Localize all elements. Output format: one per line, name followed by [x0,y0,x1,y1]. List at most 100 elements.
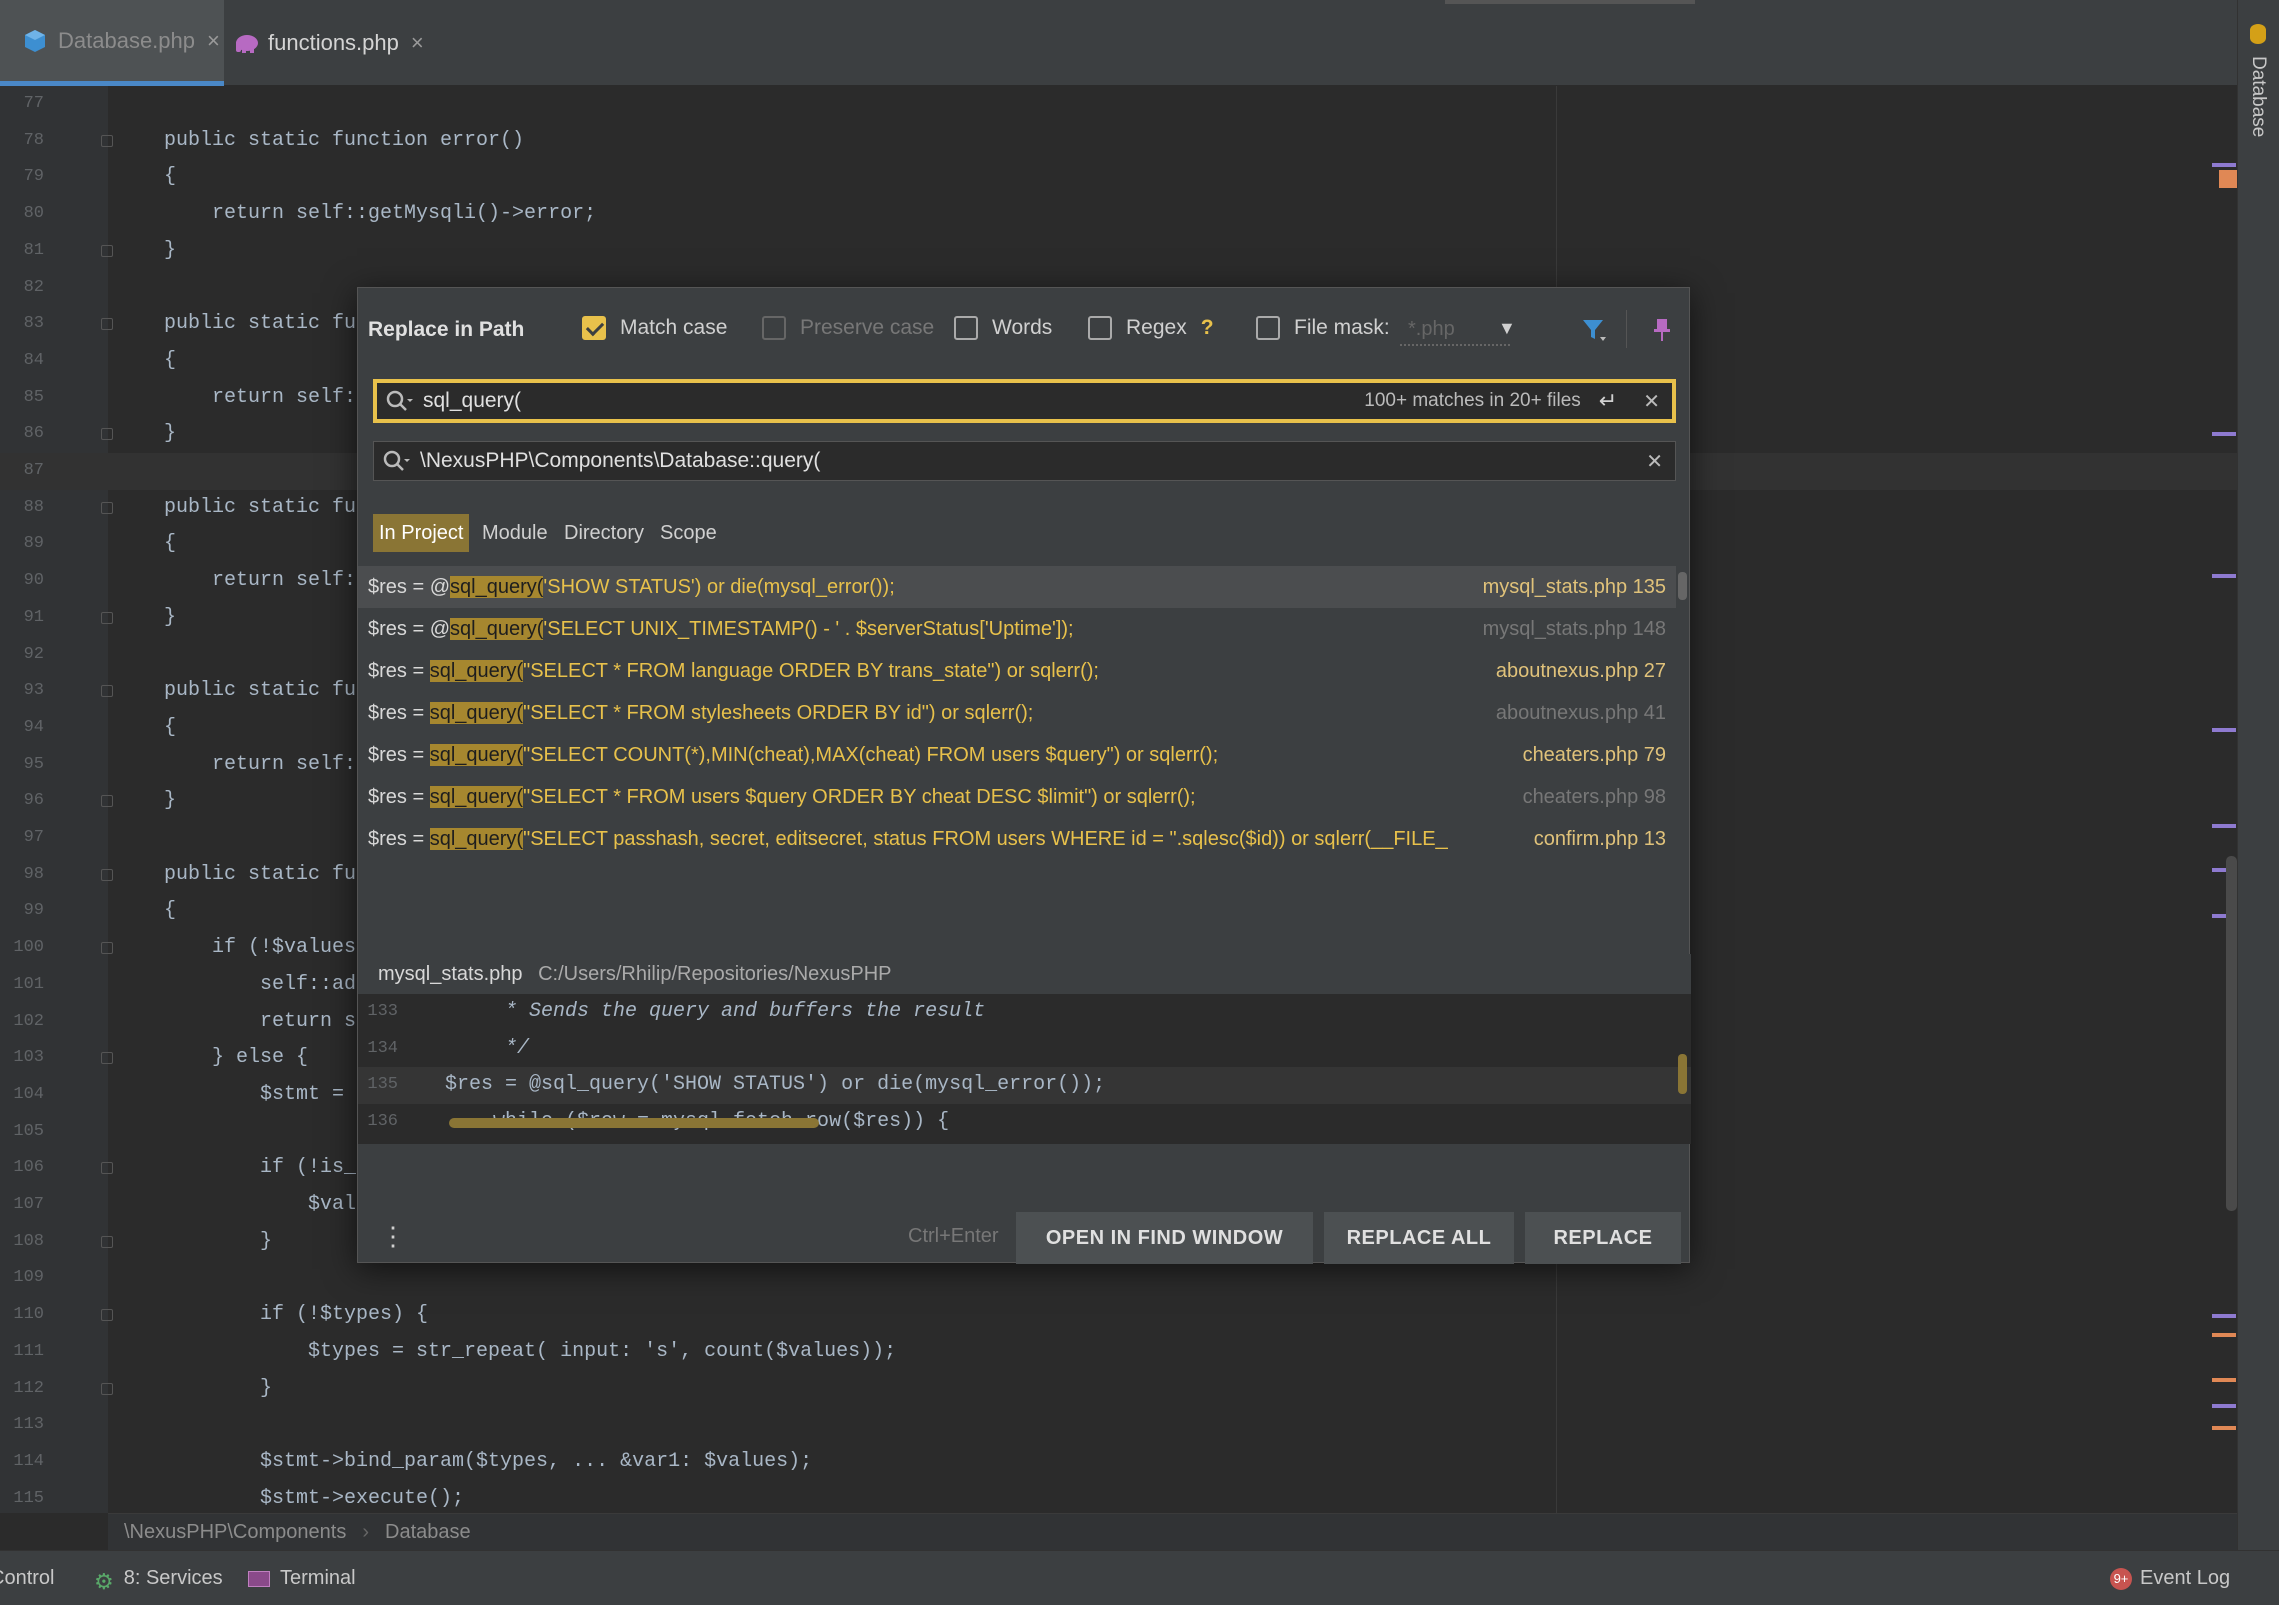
results-scrollbar-thumb[interactable] [1678,572,1687,600]
close-icon[interactable]: × [411,30,424,56]
code-line[interactable]: 80 return self::getMysqli()->error; [0,196,2237,233]
words-checkbox[interactable]: Words [954,316,1052,340]
match-case-checkbox[interactable]: Match case [582,316,727,340]
result-row[interactable]: $res = sql_query("SELECT * FROM users $q… [358,776,1676,818]
tab-database-php[interactable]: Database.php × [0,0,224,86]
preview-line[interactable]: 135 $res = @sql_query('SHOW STATUS') or d… [358,1067,1691,1105]
tab-functions-php[interactable]: functions.php × [232,0,424,86]
regex-help-link[interactable]: ? [1201,316,1214,340]
result-row[interactable]: $res = sql_query("SELECT * FROM language… [358,650,1676,692]
file-mask-checkbox[interactable]: File mask: [1256,316,1390,340]
code-line[interactable]: 115 $stmt->execute(); [0,1481,2237,1513]
error-stripe-mark[interactable] [2212,728,2236,732]
result-row[interactable]: $res = sql_query("SELECT * FROM styleshe… [358,692,1676,734]
line-number: 99 [23,901,44,921]
fold-marker-icon[interactable] [101,942,113,955]
error-stripe-mark[interactable] [2212,1426,2236,1430]
clear-icon[interactable]: ✕ [1643,389,1660,414]
breadcrumb-namespace[interactable]: \NexusPHP\Components [108,1521,362,1544]
checkbox-box[interactable] [1256,316,1280,340]
code-line[interactable]: 79 { [0,159,2237,196]
fold-marker-icon[interactable] [101,244,113,257]
preserve-case-checkbox[interactable]: Preserve case [762,316,934,340]
result-row[interactable]: $res = @sql_query('SELECT UNIX_TIMESTAMP… [358,608,1676,650]
breadcrumb-class[interactable]: Database [369,1521,487,1544]
fold-marker-icon[interactable] [101,795,113,808]
error-stripe-mark[interactable] [2212,1314,2236,1318]
preview-line[interactable]: 133 * Sends the query and buffers the re… [358,994,1691,1031]
result-row[interactable]: $res = sql_query("SELECT passhash, secre… [358,818,1676,856]
code-line[interactable]: 113 [0,1407,2237,1444]
code-line[interactable]: 81} [0,233,2237,270]
code-line[interactable]: 111 $types = str_repeat( input: 's', cou… [0,1334,2237,1371]
file-mask-input[interactable]: *.php [1400,314,1510,346]
fold-marker-icon[interactable] [101,318,113,331]
preview-line[interactable]: 137 $serverStatus[$row[0]] = $row[1]; [358,1141,1691,1144]
search-icon[interactable] [385,387,415,415]
code-line[interactable]: 77 [0,86,2237,123]
enter-icon[interactable]: ↵ [1599,388,1617,414]
replace-button[interactable]: REPLACE [1525,1212,1681,1264]
fold-marker-icon[interactable] [101,1382,113,1395]
error-stripe-mark[interactable] [2212,1333,2236,1337]
error-stripe-mark[interactable] [2212,163,2236,167]
tool-terminal[interactable]: Terminal [248,1551,356,1605]
search-icon[interactable] [382,447,412,475]
more-options-icon[interactable]: ⋮ [380,1208,406,1264]
preview-horizontal-scrollbar[interactable] [449,1118,819,1128]
fold-marker-icon[interactable] [101,1052,113,1065]
code-line[interactable]: 109 [0,1260,2237,1297]
fold-marker-icon[interactable] [101,134,113,147]
code-line[interactable]: 112 } [0,1371,2237,1408]
preview-vertical-scrollbar[interactable] [1678,1054,1687,1094]
fold-marker-icon[interactable] [101,1162,113,1175]
code-line[interactable]: 114 $stmt->bind_param($types, ... &var1:… [0,1444,2237,1481]
filter-icon[interactable] [1580,316,1608,344]
error-stripe-mark[interactable] [2212,574,2236,578]
code-line[interactable]: 110 if (!$types) { [0,1297,2237,1334]
replace-field[interactable]: ✕ [373,441,1676,481]
find-field[interactable]: 100+ matches in 20+ files ↵ ✕ [373,379,1676,423]
dialog-header[interactable]: Replace in Path Match case Preserve case… [358,288,1689,373]
fold-marker-icon[interactable] [101,501,113,514]
replace-all-button[interactable]: REPLACE ALL [1324,1212,1514,1264]
database-tool-button[interactable]: Database [2244,24,2274,144]
checkbox-box[interactable] [954,316,978,340]
open-in-find-window-button[interactable]: OPEN IN FIND WINDOW [1016,1212,1313,1264]
fold-marker-icon[interactable] [101,611,113,624]
fold-marker-icon[interactable] [101,1235,113,1248]
result-row[interactable]: $res = @sql_query('SHOW STATUS') or die(… [358,566,1676,608]
preview-line[interactable]: 134 */ [358,1031,1691,1068]
checkbox-box[interactable] [762,316,786,340]
warning-marker[interactable] [2219,170,2237,188]
clear-icon[interactable]: ✕ [1646,449,1663,474]
checkbox-box[interactable] [1088,316,1112,340]
breadcrumb-separator: › [362,1520,369,1543]
regex-checkbox[interactable]: Regex ? [1088,316,1214,340]
error-stripe-mark[interactable] [2212,1378,2236,1382]
scope-tab-module[interactable]: Module [476,514,554,552]
chevron-down-icon[interactable]: ▼ [1498,318,1516,339]
fold-marker-icon[interactable] [101,428,113,441]
error-stripe-mark[interactable] [2212,1404,2236,1408]
fold-marker-icon[interactable] [101,685,113,698]
scope-tab-in-project[interactable]: In Project [373,514,470,552]
editor-scrollbar-thumb[interactable] [2226,856,2237,1211]
code-line[interactable]: 78 public static function error() [0,123,2237,160]
results-list[interactable]: $res = @sql_query('SHOW STATUS') or die(… [358,566,1676,856]
checkbox-box[interactable] [582,316,606,340]
find-input[interactable] [423,389,1365,413]
tool-services[interactable]: ⚙ 8: Services [94,1551,223,1605]
pin-icon[interactable] [1648,316,1676,344]
tool-event-log[interactable]: 9+ Event Log [2110,1551,2230,1605]
result-row[interactable]: $res = sql_query("SELECT COUNT(*),MIN(ch… [358,734,1676,776]
scope-tab-directory[interactable]: Directory [558,514,650,552]
scope-tab-scope[interactable]: Scope [654,514,723,552]
error-stripe-mark[interactable] [2212,824,2236,828]
replace-input[interactable] [420,449,1647,473]
close-icon[interactable]: × [207,28,220,54]
fold-marker-icon[interactable] [101,868,113,881]
error-stripe-mark[interactable] [2212,432,2236,436]
tool-version-control[interactable]: Control [0,1551,54,1605]
fold-marker-icon[interactable] [101,1309,113,1322]
